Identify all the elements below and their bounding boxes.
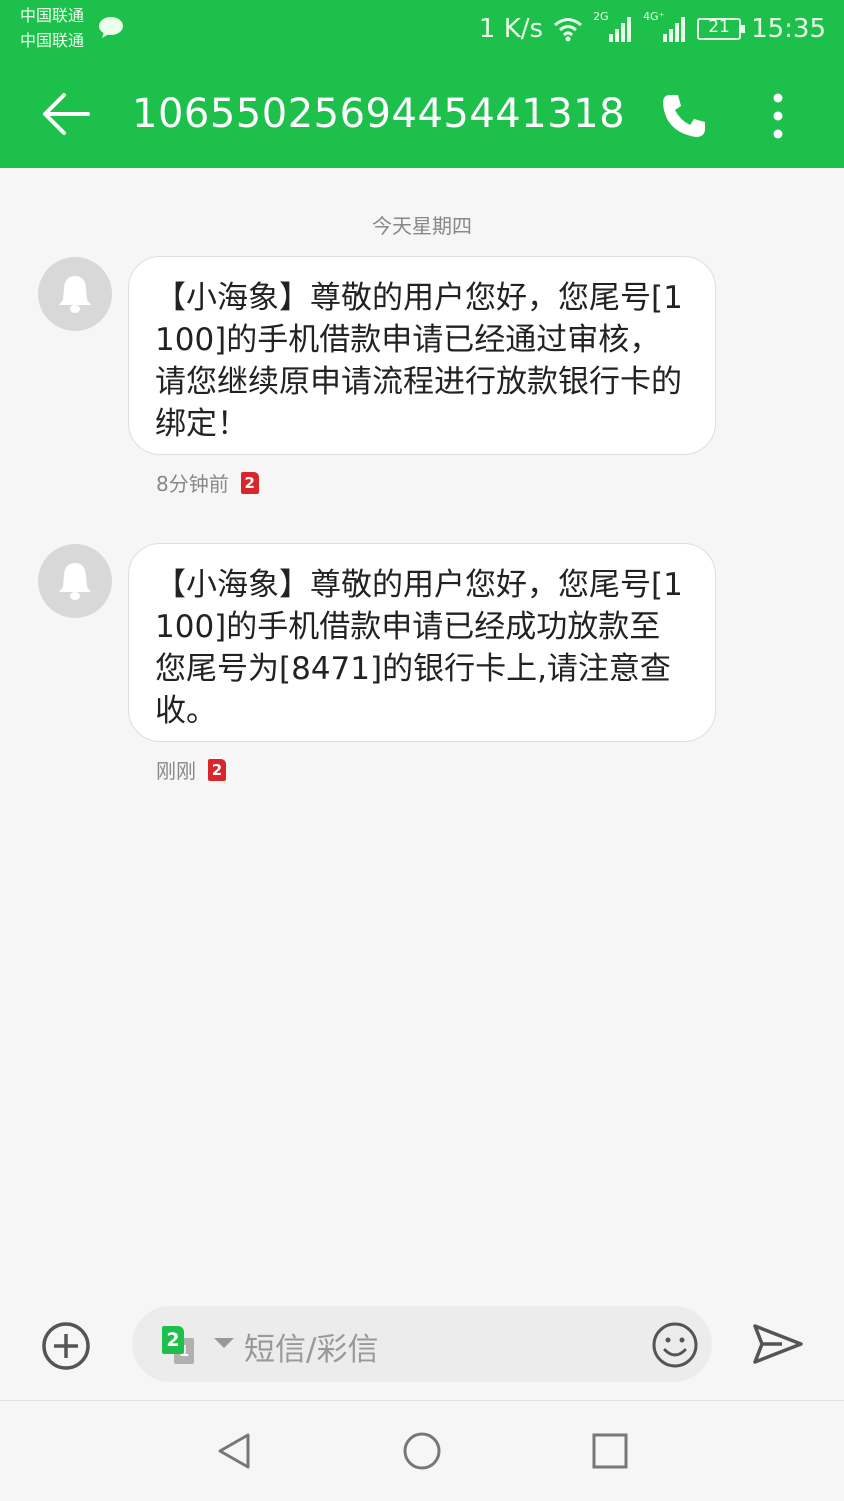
network-speed: 1 K/s [478,14,544,44]
status-bar: 中国联通 中国联通 1 K/s 2G 4G⁺ 21 15:35 [0,0,844,58]
more-vertical-icon[interactable] [760,88,796,144]
signal-bars-icon [609,17,632,42]
avatar[interactable] [38,257,112,331]
bell-icon [59,276,91,313]
carrier-2: 中国联通 [20,31,85,50]
conversation-title: 1065502569445441318 [132,91,626,137]
phone-icon[interactable] [660,92,708,140]
sim-selector[interactable]: 1 2 [162,1326,206,1366]
composer: 1 2 短信/彩信 [0,1296,844,1396]
message-bubble[interactable]: 【小海象】尊敬的用户您好，您尾号[1100]的手机借款申请已经成功放款至您尾号为… [128,543,716,742]
chevron-down-icon[interactable] [214,1338,234,1350]
message-meta: 刚刚 2 [156,755,226,784]
signal-sim2: 4G⁺ [643,10,687,44]
message-input-placeholder: 短信/彩信 [244,1332,379,1368]
sim-badge: 2 [208,758,226,781]
sim-selected: 2 [162,1326,184,1354]
app-bar: 1065502569445441318 [0,58,844,168]
send-icon[interactable] [752,1322,804,1366]
message-meta: 8分钟前 2 [156,468,259,497]
message-bubble[interactable]: 【小海象】尊敬的用户您好，您尾号[1100]的手机借款申请已经通过审核，请您继续… [128,256,716,455]
carrier-1: 中国联通 [20,6,85,25]
clock: 15:35 [751,14,826,44]
wechat-notification-icon [99,17,123,38]
sim-badge: 2 [240,471,259,494]
battery-level: 21 [708,17,730,37]
signal-bars-icon [663,17,686,42]
emoji-icon[interactable] [650,1320,700,1370]
nav-recent-apps-icon[interactable] [590,1431,630,1471]
add-attachment-icon[interactable] [40,1320,92,1372]
message-input[interactable]: 1 2 短信/彩信 [132,1306,712,1382]
nav-home-icon[interactable] [402,1431,442,1471]
message-time: 刚刚 [156,759,196,783]
navigation-bar [0,1400,844,1501]
battery-icon: 21 [697,17,746,40]
date-separator: 今天星期四 [372,214,472,238]
message-time: 8分钟前 [156,472,229,496]
bell-icon [59,563,91,600]
nav-back-icon[interactable] [214,1431,254,1471]
status-right: 1 K/s 2G 4G⁺ 21 15:35 [478,10,826,46]
signal-sim1: 2G [593,10,633,44]
avatar[interactable] [38,544,112,618]
wifi-icon [554,18,583,42]
arrow-left-icon[interactable] [40,90,92,138]
